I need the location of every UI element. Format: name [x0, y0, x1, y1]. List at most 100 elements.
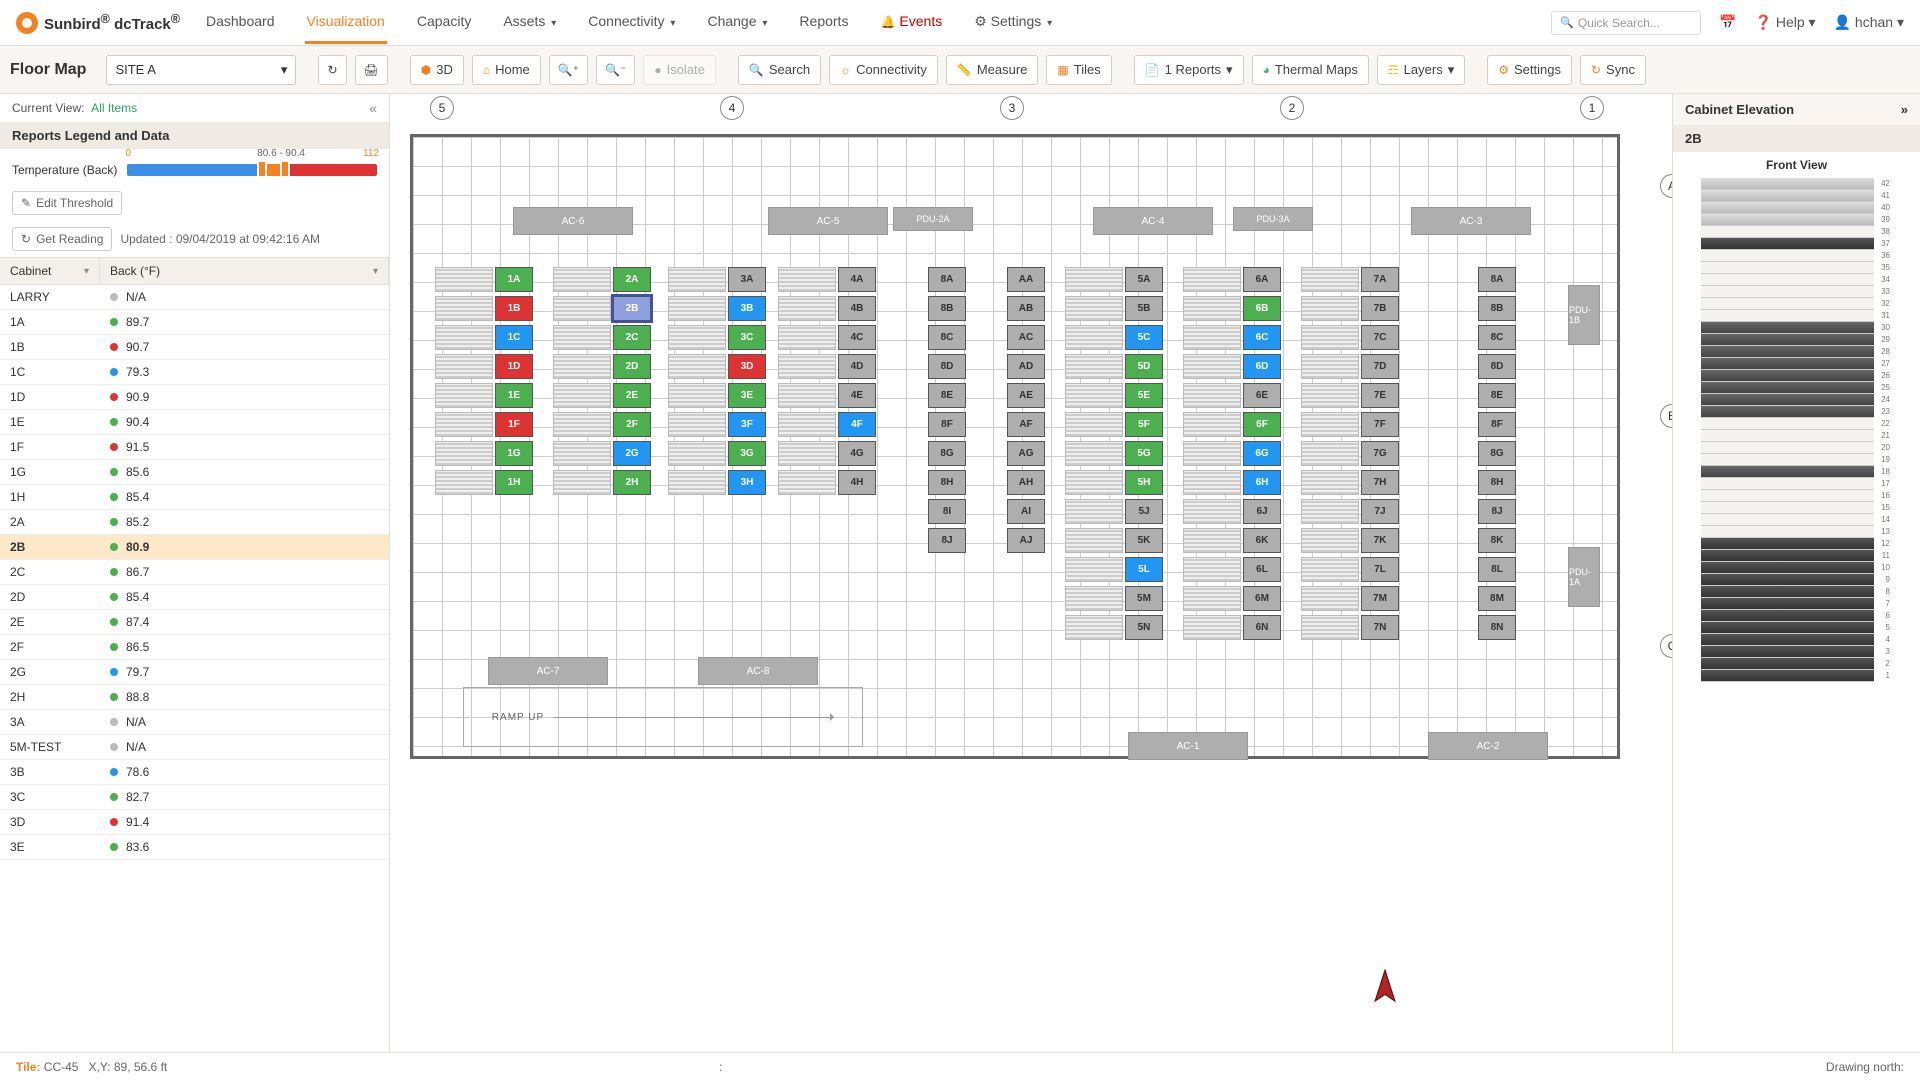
ac-unit[interactable]: AC-5: [768, 207, 888, 235]
cabinet[interactable]: 8A: [1478, 267, 1516, 292]
rack-unit[interactable]: [1701, 370, 1874, 382]
settings-button[interactable]: ⚙Settings: [1487, 55, 1572, 85]
table-row[interactable]: 1B90.7: [0, 335, 389, 360]
cabinet[interactable]: 3D: [728, 354, 766, 379]
cabinet[interactable]: 5E: [1125, 383, 1163, 408]
cabinet[interactable]: 2H: [613, 470, 651, 495]
expand-icon[interactable]: »: [1901, 102, 1908, 117]
pdu-unit[interactable]: PDU-1B: [1568, 285, 1600, 345]
layers-button[interactable]: ☶Layers ▾: [1377, 55, 1465, 85]
cabinet[interactable]: 5M: [1125, 586, 1163, 611]
global-search[interactable]: Quick Search...: [1551, 11, 1701, 35]
cabinet[interactable]: 8J: [1478, 499, 1516, 524]
cabinet[interactable]: 2C: [613, 325, 651, 350]
cabinet[interactable]: 5N: [1125, 615, 1163, 640]
cabinet[interactable]: 3H: [728, 470, 766, 495]
cabinet[interactable]: 7M: [1361, 586, 1399, 611]
rack-unit[interactable]: [1701, 430, 1874, 442]
cabinet[interactable]: 8I: [928, 499, 966, 524]
rack-unit[interactable]: [1701, 334, 1874, 346]
cabinet[interactable]: 5A: [1125, 267, 1163, 292]
3d-button[interactable]: ⬢3D: [410, 55, 464, 85]
cabinet[interactable]: 4H: [838, 470, 876, 495]
pdu-unit[interactable]: PDU-2A: [893, 207, 973, 231]
rack-unit[interactable]: [1701, 478, 1874, 490]
cabinet[interactable]: 8D: [1478, 354, 1516, 379]
ac-unit[interactable]: AC-2: [1428, 732, 1548, 760]
rack-unit[interactable]: [1701, 466, 1874, 478]
rack-unit[interactable]: [1701, 538, 1874, 550]
edit-threshold-button[interactable]: ✎ Edit Threshold: [12, 191, 122, 215]
rack-unit[interactable]: [1701, 298, 1874, 310]
rack-unit[interactable]: [1701, 550, 1874, 562]
tiles-button[interactable]: ▦Tiles: [1046, 55, 1111, 85]
table-row[interactable]: 2H88.8: [0, 685, 389, 710]
rack-unit[interactable]: [1701, 562, 1874, 574]
cabinet[interactable]: AJ: [1007, 528, 1045, 553]
pdu-unit[interactable]: PDU-3A: [1233, 207, 1313, 231]
rack-unit[interactable]: [1701, 394, 1874, 406]
cabinet[interactable]: 6N: [1243, 615, 1281, 640]
cabinet[interactable]: AC: [1007, 325, 1045, 350]
cabinet[interactable]: 4F: [838, 412, 876, 437]
table-row[interactable]: 1E90.4: [0, 410, 389, 435]
cabinet[interactable]: 8F: [928, 412, 966, 437]
nav-connectivity[interactable]: Connectivity ▾: [586, 1, 677, 44]
cabinet[interactable]: 4A: [838, 267, 876, 292]
cabinet[interactable]: 4C: [838, 325, 876, 350]
calendar-icon[interactable]: 📅: [1719, 14, 1736, 31]
cabinet[interactable]: 3B: [728, 296, 766, 321]
table-row[interactable]: 1H85.4: [0, 485, 389, 510]
rack-unit[interactable]: [1701, 250, 1874, 262]
cabinet[interactable]: 1G: [495, 441, 533, 466]
table-row[interactable]: 2B80.9: [0, 535, 389, 560]
cabinet[interactable]: 6K: [1243, 528, 1281, 553]
cabinet[interactable]: 7A: [1361, 267, 1399, 292]
site-selector[interactable]: SITE A▾: [106, 55, 296, 85]
cabinet[interactable]: 7F: [1361, 412, 1399, 437]
zoom-out-button[interactable]: 🔍⁻: [596, 55, 635, 85]
cabinet[interactable]: 8D: [928, 354, 966, 379]
cabinet[interactable]: 6L: [1243, 557, 1281, 582]
table-row[interactable]: 2G79.7: [0, 660, 389, 685]
ac-unit[interactable]: AC-4: [1093, 207, 1213, 235]
cabinet[interactable]: 8C: [1478, 325, 1516, 350]
rack-unit[interactable]: [1701, 598, 1874, 610]
rack-unit[interactable]: [1701, 346, 1874, 358]
collapse-icon[interactable]: «: [369, 100, 377, 116]
cabinet[interactable]: 8G: [1478, 441, 1516, 466]
table-row[interactable]: 3B78.6: [0, 760, 389, 785]
nav-change[interactable]: Change ▾: [705, 1, 769, 44]
cabinet[interactable]: 8F: [1478, 412, 1516, 437]
rack-unit[interactable]: [1701, 634, 1874, 646]
cabinet[interactable]: 2A: [613, 267, 651, 292]
cabinet[interactable]: 5H: [1125, 470, 1163, 495]
rack-unit[interactable]: [1701, 574, 1874, 586]
thermal-button[interactable]: ◕Thermal Maps: [1252, 55, 1369, 85]
rack-unit[interactable]: [1701, 214, 1874, 226]
cabinet[interactable]: 7L: [1361, 557, 1399, 582]
cabinet[interactable]: 7J: [1361, 499, 1399, 524]
cabinet[interactable]: 6C: [1243, 325, 1281, 350]
cabinet[interactable]: 1C: [495, 325, 533, 350]
rack-elevation[interactable]: 4241403938373635343332313029282726252423…: [1673, 178, 1920, 694]
nav-capacity[interactable]: Capacity: [415, 1, 473, 44]
zoom-in-button[interactable]: 🔍⁺: [549, 55, 588, 85]
pdu-unit[interactable]: PDU-1A: [1568, 547, 1600, 607]
table-row[interactable]: 1D90.9: [0, 385, 389, 410]
rack-unit[interactable]: [1701, 658, 1874, 670]
nav-dashboard[interactable]: Dashboard: [204, 1, 277, 44]
cabinet[interactable]: 6G: [1243, 441, 1281, 466]
table-row[interactable]: 1A89.7: [0, 310, 389, 335]
table-row[interactable]: 2A85.2: [0, 510, 389, 535]
cabinet[interactable]: 5C: [1125, 325, 1163, 350]
rack-unit[interactable]: [1701, 610, 1874, 622]
table-row[interactable]: 2F86.5: [0, 635, 389, 660]
cabinet[interactable]: 5G: [1125, 441, 1163, 466]
cabinet[interactable]: 1D: [495, 354, 533, 379]
table-row[interactable]: 1F91.5: [0, 435, 389, 460]
cabinet[interactable]: 4G: [838, 441, 876, 466]
cabinet[interactable]: 3G: [728, 441, 766, 466]
cabinet[interactable]: 6B: [1243, 296, 1281, 321]
cabinet[interactable]: 7K: [1361, 528, 1399, 553]
